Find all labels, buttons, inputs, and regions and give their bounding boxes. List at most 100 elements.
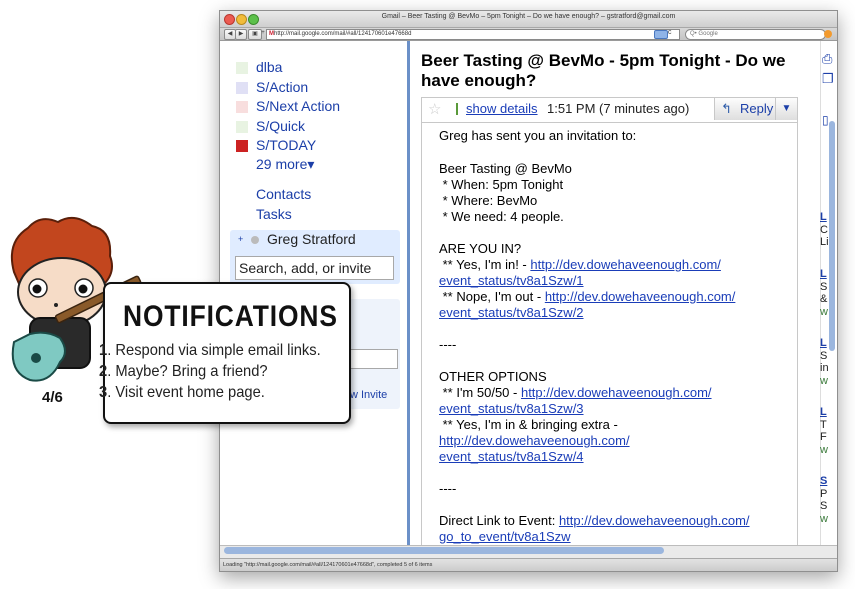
yes-link[interactable]: http://dev.dowehaveenough.com/ <box>530 257 721 272</box>
ad-text: S <box>820 500 828 512</box>
item-text: . Respond via simple email links. <box>107 342 321 359</box>
separator-2: ---- <box>439 481 457 496</box>
direct-prefix: Direct Link to Event: <box>439 513 559 528</box>
ad-title[interactable]: L <box>820 337 827 349</box>
nope-prefix: ** Nope, I'm out - <box>439 289 545 304</box>
label-name: S/Quick <box>256 118 306 134</box>
guitar-soundhole-icon <box>31 353 41 363</box>
title-bar: Gmail – Beer Tasting @ BevMo – 5pm Tonig… <box>220 11 837 28</box>
body-where: * Where: BevMo <box>439 193 538 208</box>
yes-link-cont[interactable]: event_status/tv8a1Szw/1 <box>439 273 584 288</box>
direct-link[interactable]: http://dev.dowehaveenough.com/ <box>559 513 750 528</box>
ad-text: C <box>820 224 828 236</box>
label-name: S/TODAY <box>256 137 317 153</box>
email-view: Beer Tasting @ BevMo - 5pm Tonight - Do … <box>411 41 821 546</box>
body-when: * When: 5pm Tonight <box>439 177 564 192</box>
extra-line: ** Yes, I'm in & bringing extra - <box>439 417 618 432</box>
ad-text: F <box>820 431 827 443</box>
body-other-options: OTHER OPTIONS <box>439 369 547 384</box>
ad-url[interactable]: w <box>820 513 828 525</box>
notifications-callout: NOTIFICATIONS 1. Respond via simple emai… <box>99 282 351 424</box>
chat-search-input[interactable]: Search, add, or invite <box>235 256 394 280</box>
mascot-pupil-right <box>78 284 88 294</box>
label-color-swatch <box>236 82 248 94</box>
label-color-swatch <box>236 62 248 74</box>
search-field[interactable]: Q• Google <box>685 29 826 40</box>
ad-text: Li <box>820 236 829 248</box>
nope-link[interactable]: http://dev.dowehaveenough.com/ <box>545 289 736 304</box>
status-dot-icon[interactable] <box>251 236 259 244</box>
sender-indicator-icon <box>456 103 458 115</box>
body-event-name: Beer Tasting @ BevMo <box>439 161 572 176</box>
forward-button[interactable]: ▶ <box>235 29 247 40</box>
ad-text: in <box>820 362 829 374</box>
maybe-link[interactable]: http://dev.dowehaveenough.com/ <box>521 385 712 400</box>
reply-label: Reply <box>740 101 774 116</box>
pane-divider[interactable] <box>407 41 410 549</box>
bookmark-icon[interactable]: ▣ <box>248 29 262 40</box>
print-icon[interactable]: ⎙ <box>822 51 832 67</box>
contacts-link[interactable]: Contacts <box>256 186 311 202</box>
chat-user-name[interactable]: Greg Stratford <box>267 231 356 247</box>
yes-prefix: ** Yes, I'm in! - <box>439 257 531 272</box>
add-bookmark-icon[interactable]: + <box>261 29 265 38</box>
expand-icon[interactable]: ▯ <box>822 113 829 127</box>
maybe-prefix: ** I'm 50/50 - <box>439 385 521 400</box>
ad-title[interactable]: L <box>820 268 827 280</box>
horizontal-scrollbar[interactable] <box>224 547 664 554</box>
item-text: . Maybe? Bring a friend? <box>107 363 268 380</box>
ad-text: P <box>820 488 828 500</box>
mascot-pupil-left <box>32 284 42 294</box>
nope-link-cont[interactable]: event_status/tv8a1Szw/2 <box>439 305 584 320</box>
ad-url[interactable]: w <box>820 375 828 387</box>
show-details-link[interactable]: show details <box>466 101 538 116</box>
body-are-you-in: ARE YOU IN? <box>439 241 522 256</box>
reply-button[interactable]: ↰ Reply <box>714 98 775 120</box>
label-color-swatch <box>236 121 248 133</box>
notification-item: 1. Respond via simple email links. <box>99 342 321 360</box>
yes-line: ** Yes, I'm in! - http://dev.dowehaveeno… <box>439 257 721 272</box>
ad-url[interactable]: w <box>820 444 828 456</box>
vertical-scrollbar[interactable] <box>829 121 835 351</box>
extra-link-cont[interactable]: event_status/tv8a1Szw/4 <box>439 449 584 464</box>
ad-text: S <box>820 281 828 293</box>
expand-chat-icon[interactable]: + <box>238 234 243 244</box>
new-window-icon[interactable]: ❐ <box>822 71 834 87</box>
url-text: http://mail.google.com/mail/#all/1241706… <box>274 31 412 37</box>
window-title: Gmail – Beer Tasting @ BevMo – 5pm Tonig… <box>381 13 676 20</box>
ad-text: & <box>820 293 828 305</box>
ad-text: T <box>820 419 827 431</box>
cut-off-text <box>236 41 336 46</box>
message-time: 1:51 PM (7 minutes ago) <box>547 101 690 116</box>
more-labels-link[interactable]: 29 more▾ <box>256 156 314 173</box>
ad-title[interactable]: L <box>820 406 827 418</box>
rss-icon[interactable] <box>654 30 668 39</box>
browser-toolbar: ◀ ▶ ▣ + Mhttp://mail.google.com/mail/#al… <box>220 28 837 41</box>
direct-link-line: Direct Link to Event: http://dev.dowehav… <box>439 513 750 528</box>
maybe-line: ** I'm 50/50 - http://dev.dowehaveenough… <box>439 385 712 400</box>
extra-link[interactable]: http://dev.dowehaveenough.com/ <box>439 433 630 448</box>
tasks-link[interactable]: Tasks <box>256 206 292 222</box>
notification-item: 3. Visit event home page. <box>99 384 265 402</box>
snapback-icon[interactable] <box>824 30 832 38</box>
separator-1: ---- <box>439 337 457 352</box>
body-intro: Greg has sent you an invitation to: <box>439 128 637 143</box>
label-name: S/Action <box>256 79 309 95</box>
more-actions-button[interactable]: ▼ <box>775 98 797 120</box>
ad-url[interactable]: w <box>820 306 828 318</box>
send-invite-link[interactable]: w Invite <box>350 389 387 401</box>
status-bar: Loading "http://mail.google.com/mail/#al… <box>220 558 837 571</box>
item-text: . Visit event home page. <box>107 384 265 401</box>
reload-icon[interactable]: c <box>668 29 672 36</box>
mascot-mouth <box>54 303 58 307</box>
label-name: S/Next Action <box>256 98 341 114</box>
ad-title[interactable]: L <box>820 211 827 223</box>
star-icon[interactable]: ☆ <box>428 100 441 118</box>
ad-title[interactable]: S <box>820 475 827 487</box>
item-number: 1 <box>99 342 108 359</box>
ad-text: S <box>820 350 828 362</box>
direct-link-cont[interactable]: go_to_event/tv8a1Szw <box>439 529 571 544</box>
url-field[interactable]: Mhttp://mail.google.com/mail/#all/124170… <box>266 29 680 40</box>
maybe-link-cont[interactable]: event_status/tv8a1Szw/3 <box>439 401 584 416</box>
nope-line: ** Nope, I'm out - http://dev.dowehaveen… <box>439 289 736 304</box>
